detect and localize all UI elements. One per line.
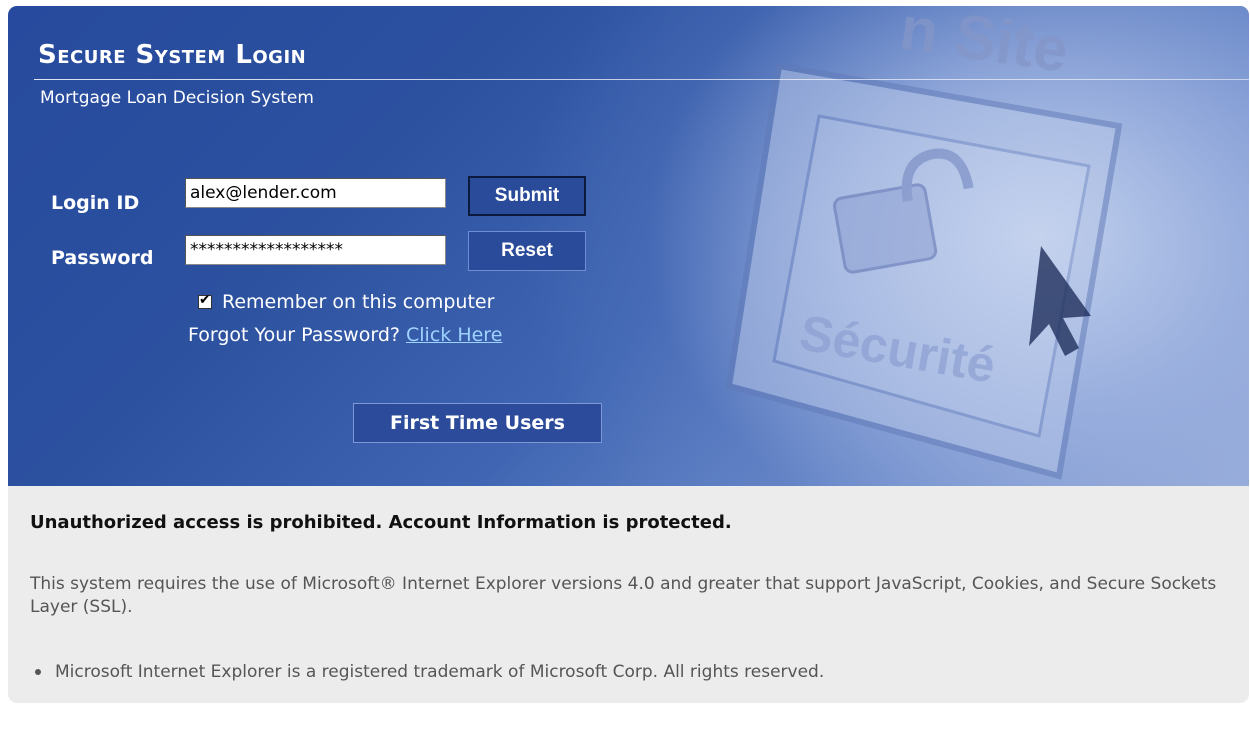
first-time-users-button[interactable]: First Time Users xyxy=(353,403,602,443)
password-label: Password xyxy=(51,247,154,269)
banner: n Site Sécurité Secure System Login Mort… xyxy=(8,6,1249,486)
checkmark-icon: ✔ xyxy=(199,292,211,308)
bullet-icon xyxy=(35,669,41,675)
login-panel: n Site Sécurité Secure System Login Mort… xyxy=(8,6,1249,703)
remember-checkbox[interactable]: ✔ xyxy=(198,292,212,309)
forgot-password: Forgot Your Password? Click Here xyxy=(188,324,502,346)
trademark-text: Microsoft Internet Explorer is a registe… xyxy=(55,662,825,682)
login-id-input[interactable] xyxy=(185,178,446,208)
unauthorized-notice: Unauthorized access is prohibited. Accou… xyxy=(30,512,732,533)
login-id-label: Login ID xyxy=(51,192,140,214)
password-input[interactable] xyxy=(185,235,446,265)
page-subtitle: Mortgage Loan Decision System xyxy=(40,88,314,108)
browser-requirements: This system requires the use of Microsof… xyxy=(30,574,1217,617)
remember-me: ✔ Remember on this computer xyxy=(198,291,494,313)
cursor-icon xyxy=(1029,246,1091,356)
forgot-password-text: Forgot Your Password? xyxy=(188,324,400,346)
padlock-icon xyxy=(833,148,974,274)
title-divider xyxy=(34,79,1249,80)
image-text-top: n Site xyxy=(896,6,1073,86)
submit-button[interactable]: Submit xyxy=(468,176,586,216)
reset-button[interactable]: Reset xyxy=(468,231,586,271)
trademark-note: Microsoft Internet Explorer is a registe… xyxy=(30,662,824,682)
page-title: Secure System Login xyxy=(38,40,307,70)
image-text-main: Sécurité xyxy=(796,304,1000,393)
remember-label: Remember on this computer xyxy=(222,291,495,313)
forgot-password-link[interactable]: Click Here xyxy=(406,324,502,346)
security-key-illustration: n Site Sécurité xyxy=(725,6,1123,480)
